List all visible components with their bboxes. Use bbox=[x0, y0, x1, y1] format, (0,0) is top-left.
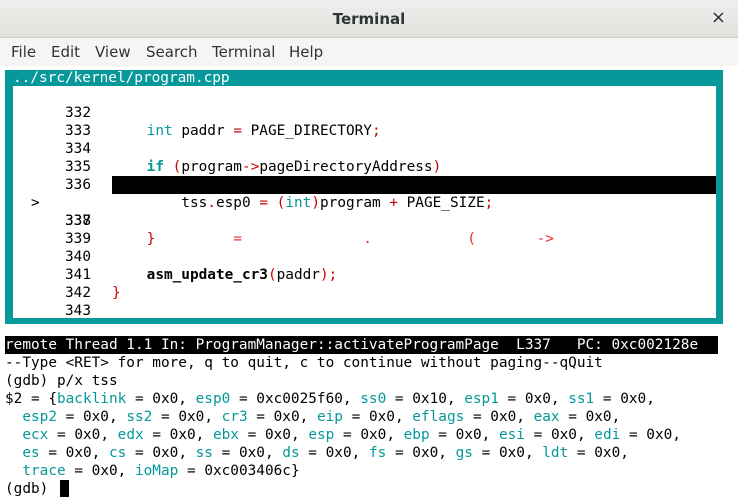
window-titlebar[interactable]: Terminal × bbox=[0, 0, 738, 38]
gdb-status-bar: remote Thread 1.1 In: ProgramManager::ac… bbox=[5, 336, 718, 354]
source-line: 338 } bbox=[13, 194, 155, 247]
source-line: 342 bbox=[13, 266, 91, 301]
source-code-pane[interactable]: 332 int paddr = PAGE_DIRECTORY; 333 334 … bbox=[13, 86, 716, 318]
source-line: 339 bbox=[13, 212, 91, 247]
source-line: 340 asm_update_cr3(paddr); bbox=[13, 230, 337, 283]
line-code: paddr = memoryManager.vaddr2paddr(progra… bbox=[112, 231, 693, 247]
line-code: } bbox=[112, 285, 121, 301]
close-icon[interactable]: × bbox=[711, 8, 726, 28]
menu-help[interactable]: Help bbox=[289, 43, 323, 61]
menu-file[interactable]: File bbox=[11, 43, 36, 61]
tss-output-line: trace = 0x0, ioMap = 0xc003406c} bbox=[22, 463, 300, 479]
terminal-area[interactable]: ../src/kernel/program.cpp 332 int paddr … bbox=[0, 66, 738, 499]
tss-output-line: ecx = 0x0, edx = 0x0, ebx = 0x0, esp = 0… bbox=[22, 427, 681, 443]
source-line-current: > 337 paddr = memoryManager.vaddr2paddr(… bbox=[13, 176, 693, 247]
source-line: 332 int paddr = PAGE_DIRECTORY; bbox=[13, 86, 381, 139]
tss-output-line: $2 = {backlink = 0x0, esp0 = 0xc0025f60,… bbox=[5, 391, 655, 407]
menu-edit[interactable]: Edit bbox=[51, 43, 80, 61]
menu-terminal[interactable]: Terminal bbox=[212, 43, 275, 61]
source-window: ../src/kernel/program.cpp 332 int paddr … bbox=[5, 70, 723, 324]
line-code: asm_update_cr3(paddr); bbox=[146, 267, 338, 283]
source-line: 343 int ProgramManager::fork() bbox=[13, 284, 91, 318]
source-line: 335 { bbox=[13, 140, 155, 193]
menubar: File Edit View Search Terminal Help bbox=[0, 38, 738, 66]
menu-view[interactable]: View bbox=[95, 43, 131, 61]
source-file-title: ../src/kernel/program.cpp bbox=[13, 70, 230, 86]
tss-output-line: esp2 = 0x0, ss2 = 0x0, cr3 = 0x0, eip = … bbox=[22, 409, 621, 425]
menu-search[interactable]: Search bbox=[146, 43, 198, 61]
source-line: 341 } bbox=[13, 248, 121, 301]
current-line-highlight bbox=[112, 176, 716, 194]
window-title: Terminal bbox=[332, 10, 406, 28]
line-code: tss.esp0 = (int)program + PAGE_SIZE; bbox=[112, 195, 494, 211]
tss-output-line: es = 0x0, cs = 0x0, ss = 0x0, ds = 0x0, … bbox=[22, 445, 629, 461]
source-line: 333 bbox=[13, 104, 91, 139]
line-code: int paddr = PAGE_DIRECTORY; bbox=[146, 123, 381, 139]
source-line: 344 { bbox=[13, 302, 82, 318]
line-code: } bbox=[146, 231, 156, 247]
source-line: 336 tss.esp0 = (int)program + PAGE_SIZE; bbox=[13, 158, 493, 211]
gdb-prompt-line[interactable]: (gdb) bbox=[5, 480, 69, 498]
gdb-prompt: (gdb) bbox=[5, 481, 57, 497]
line-code: if (program->pageDirectoryAddress) bbox=[146, 159, 442, 175]
source-line: 334 if (program->pageDirectoryAddress) bbox=[13, 122, 441, 175]
text-cursor bbox=[59, 480, 69, 497]
paging-prompt-line: --Type <RET> for more, q to quit, c to c… bbox=[5, 355, 603, 371]
gdb-command-line: (gdb) p/x tss bbox=[5, 373, 118, 389]
